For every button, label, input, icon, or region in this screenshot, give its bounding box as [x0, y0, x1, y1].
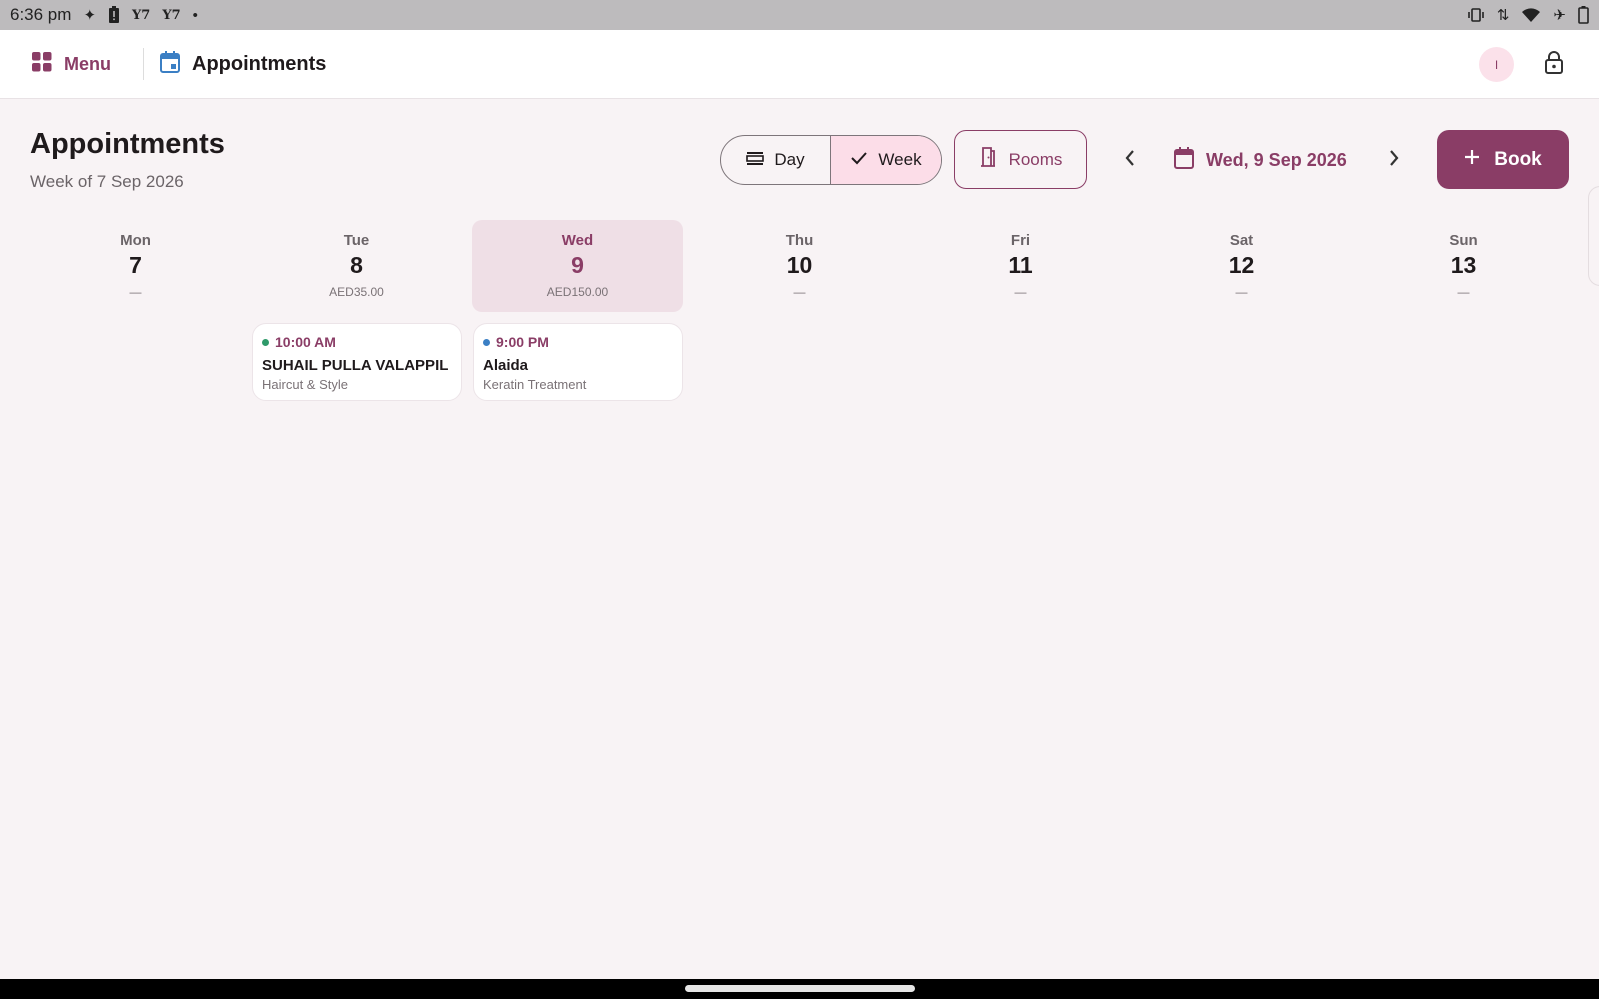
chevron-right-icon: [1388, 149, 1400, 172]
day-name: Fri: [1010, 232, 1031, 249]
yahoo-icon: Y7: [132, 7, 151, 23]
day-column-sat[interactable]: Sat 12 —: [1136, 220, 1347, 312]
vibrate-icon: [1467, 7, 1485, 23]
day-name: Tue: [343, 232, 370, 249]
plus-icon: [1464, 149, 1480, 171]
appbar-title-group: Appointments: [160, 50, 327, 78]
book-label: Book: [1494, 148, 1542, 170]
side-panel-handle[interactable]: [1588, 186, 1599, 286]
appointment-card[interactable]: 10:00 AM SUHAIL PULLA VALAPPIL Haircut &…: [252, 323, 462, 401]
door-icon: [979, 147, 997, 172]
calendar-icon: [1174, 146, 1194, 174]
week-view-label: Week: [878, 150, 922, 169]
appointment-time-row: 10:00 AM: [262, 334, 452, 350]
status-dot-icon: [483, 338, 490, 346]
day-number: 8: [350, 252, 363, 278]
menu-button[interactable]: Menu: [32, 51, 111, 77]
book-button[interactable]: Book: [1437, 130, 1569, 189]
app-bar: Menu Appointments I: [0, 30, 1599, 99]
menu-label: Menu: [64, 53, 111, 74]
status-time: 6:36 pm: [10, 5, 72, 24]
day-number: 11: [1008, 252, 1033, 278]
day-number: 12: [1228, 252, 1255, 278]
appointment-time: 9:00 PM: [496, 334, 549, 350]
day-number: 7: [129, 252, 142, 278]
current-date-label: Wed, 9 Sep 2026: [1206, 149, 1347, 170]
calendar-icon: [160, 50, 180, 78]
check-icon: [850, 150, 868, 170]
day-column-fri[interactable]: Fri 11 —: [915, 220, 1126, 312]
yahoo-icon: Y7: [162, 7, 181, 23]
page-title: Appointments: [30, 128, 225, 160]
appointment-time: 10:00 AM: [275, 334, 336, 350]
day-name: Sat: [1229, 232, 1254, 249]
airplane-icon: ✈: [1553, 7, 1566, 24]
day-total: —: [1235, 285, 1248, 299]
day-total: —: [793, 285, 806, 299]
day-total: —: [129, 285, 142, 299]
view-day-icon: [746, 150, 765, 170]
day-total: AED150.00: [546, 285, 609, 299]
day-column-tue[interactable]: Tue 8 AED35.00: [251, 220, 462, 312]
appointment-service: Keratin Treatment: [483, 377, 587, 392]
rooms-button[interactable]: Rooms: [954, 130, 1087, 189]
day-column-wed[interactable]: Wed 9 AED150.00: [472, 220, 683, 312]
day-column-sun[interactable]: Sun 13 —: [1358, 220, 1569, 312]
lock-button[interactable]: [1540, 50, 1568, 78]
day-number: 9: [571, 252, 584, 278]
day-view-label: Day: [774, 150, 805, 169]
appointment-service: Haircut & Style: [262, 377, 348, 392]
appointment-client: SUHAIL PULLA VALAPPIL: [262, 357, 449, 374]
data-arrows-icon: ⇅: [1496, 7, 1510, 24]
day-number: 13: [1450, 252, 1477, 278]
appointment-card[interactable]: 9:00 PM Alaida Keratin Treatment: [473, 323, 683, 401]
appbar-title: Appointments: [192, 52, 327, 75]
week-view-button[interactable]: Week: [831, 136, 941, 184]
appointment-time-row: 9:00 PM: [483, 334, 673, 350]
rooms-label: Rooms: [1008, 149, 1063, 169]
day-view-button[interactable]: Day: [721, 136, 831, 184]
day-total: —: [1014, 285, 1027, 299]
day-name: Mon: [120, 232, 151, 249]
status-dot-icon: [262, 338, 269, 346]
appointment-client: Alaida: [483, 357, 529, 374]
more-notifications-dot-icon: •: [192, 6, 198, 24]
chevron-left-icon: [1124, 149, 1136, 172]
day-name: Wed: [561, 232, 594, 249]
day-name: Sun: [1449, 232, 1478, 249]
view-toggle: Day Week: [720, 135, 942, 185]
day-name: Thu: [785, 232, 814, 249]
previous-button[interactable]: [1116, 146, 1144, 174]
status-bar: 6:36 pm ✦ Y7 Y7 • ⇅ ✈: [0, 0, 1599, 30]
day-column-mon[interactable]: Mon 7 —: [30, 220, 241, 312]
wifi-icon: [1521, 7, 1541, 23]
grid-icon: [32, 51, 52, 77]
alert-battery-icon: [108, 6, 120, 24]
lock-icon: [1544, 50, 1564, 79]
appbar-divider: [143, 48, 144, 80]
system-navigation-bar: [0, 979, 1599, 999]
day-column-thu[interactable]: Thu 10 —: [694, 220, 905, 312]
day-number: 10: [786, 252, 813, 278]
avatar[interactable]: I: [1479, 47, 1514, 82]
home-gesture-handle[interactable]: [685, 985, 915, 992]
day-total: —: [1457, 285, 1470, 299]
day-total: AED35.00: [329, 285, 384, 299]
battery-icon: [1578, 6, 1589, 24]
sparkle-icon: ✦: [83, 7, 97, 24]
date-picker-button[interactable]: Wed, 9 Sep 2026: [1174, 145, 1347, 175]
next-button[interactable]: [1380, 146, 1408, 174]
page-subtitle: Week of 7 Sep 2026: [30, 172, 184, 191]
